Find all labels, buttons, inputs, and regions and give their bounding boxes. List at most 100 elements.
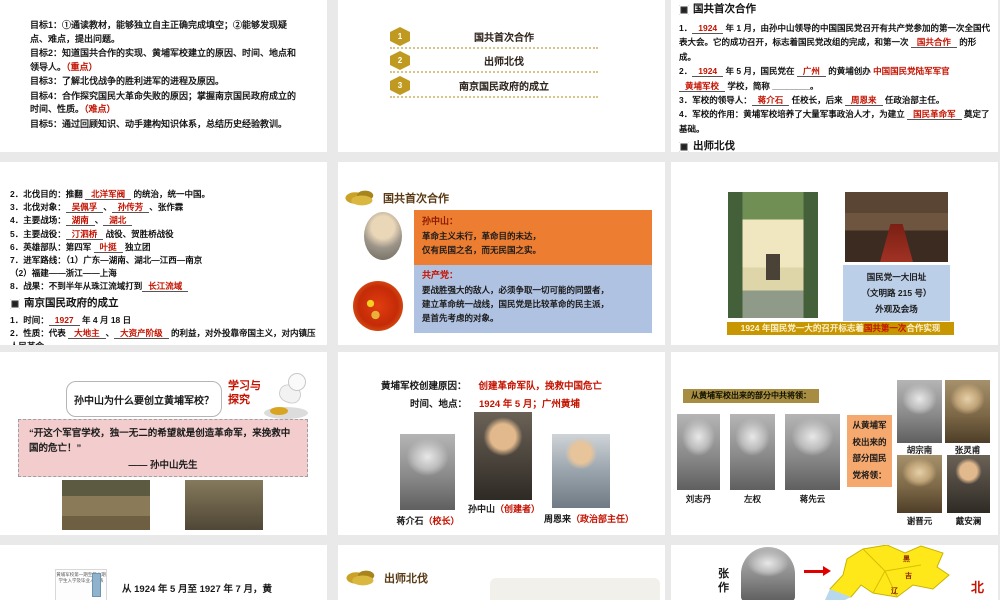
- section-title: 出师北伐: [384, 573, 428, 585]
- sun-statement-box: 孙中山： 革命主义未行，革命目的未达， 仅有民国之名，而无民国之实。: [414, 210, 652, 265]
- note-section-title: 国共首次合作: [679, 1, 991, 19]
- ccp-label: 共产党：: [422, 270, 459, 280]
- sun-quote-box: “开这个军官学校，独一无二的希望就是创造革命军，来挽救中国的危亡！” —— 孙中…: [18, 419, 308, 477]
- stamp-icon: [10, 298, 20, 309]
- agenda-item-1[interactable]: 1 国共首次合作: [390, 26, 598, 49]
- gold-leaf-icon: [346, 570, 375, 586]
- notes-block: 国共首次合作 1． 1924 年 1 月，由孙中山领导的中国国民党召开有共产党参加…: [679, 0, 991, 152]
- photo-zhou-enlai: [552, 434, 610, 508]
- photo-caption: 谢晋元: [906, 516, 933, 526]
- agenda-item-3[interactable]: 3 南京国民政府的成立: [390, 75, 598, 98]
- sun-line: 仅有民国之名，而无民国之实。: [422, 245, 542, 256]
- note-line: （2）福建——浙江——上海: [10, 268, 117, 279]
- agenda-item-2[interactable]: 2 出师北伐: [390, 50, 598, 73]
- ccp-generals-banner: 从黄埔军校出来的部分中共将领：: [683, 389, 819, 403]
- photo-xie-jinyuan: [897, 455, 942, 513]
- goal-line: 目标1：①通读教材，能够独立自主正确完成填空；②能够发现疑点、难点，提出问题。: [30, 20, 288, 44]
- note-line: 3．军校的领导人： 蒋介石 任校长，后来 周恩来 任政治部主任。: [679, 95, 945, 107]
- note-line: 7．进军路线：（1）广东—湖南、湖北—江西—南京: [10, 254, 203, 265]
- founding-reason-line: 黄埔军校创建原因： 创建革命军队，挽救中国危亡: [381, 378, 602, 392]
- map-northeast-china: 黑 吉 辽: [825, 545, 950, 600]
- clipart-head: [288, 373, 306, 391]
- note-line: 1． 1924 年 1 月，由孙中山领导的中国国民党召开有共产党参加的第一次全国代…: [679, 22, 990, 62]
- slide-inquiry[interactable]: 孙中山为什么要创立黄埔军校？ 学习与 探究 “开这个军官学校，独一无二的希望就是…: [0, 352, 327, 535]
- goal-line: 目标2：知道国共合作的实现、黄埔军校建立的原因、时间、地点和领导人。（重点）: [30, 48, 297, 72]
- chart-bar: [92, 573, 101, 597]
- note-line: 2．性质：代表 大地主、大资产阶级 的利益，对外投靠帝国主义，对内镇压人民革命。: [10, 327, 316, 345]
- note-section-title: 南京国民政府的成立: [10, 295, 318, 311]
- photo-caption: 蒋介石（校长）: [396, 516, 460, 526]
- note-title-text: 国共首次合作: [693, 3, 756, 15]
- quote-attribution: —— 孙中山先生: [128, 460, 198, 472]
- slide-enrollment-stats[interactable]: 黄埔军校第一期至第六期 学生入学及毕业人数表 从 1924 年 5 月至 192…: [0, 545, 327, 600]
- photo-site-exterior: [728, 192, 818, 318]
- founding-time-answer: 1924 年 5 月；广州黄埔: [479, 399, 580, 410]
- note-line: 2． 1924 年 5 月，国民党在 广州 的黄埔创办 中国国民党陆军军官: [679, 66, 950, 78]
- note-title-text: 南京国民政府的成立: [24, 297, 119, 310]
- goal-line: 目标3：了解北伐战争的胜利进军的进程及原因。: [30, 76, 225, 86]
- section-header: 国共首次合作: [344, 189, 449, 207]
- slide-agenda[interactable]: 1 国共首次合作 2 出师北伐 3 南京国民政府的成立: [338, 0, 665, 152]
- slide-cooperation-reasons[interactable]: 国共首次合作 孙中山： 革命主义未行，革命目的未达， 仅有民国之名，而无民国之实…: [338, 162, 665, 345]
- slide-congress-site[interactable]: 国民党一大旧址 （文明路 215 号） 外观及会场 1924 年国民党一大的召开…: [671, 162, 998, 345]
- clipart-gold: [270, 407, 288, 415]
- thinker-clipart-icon: [262, 373, 310, 419]
- hex-number-badge: 1: [390, 27, 410, 46]
- stamp-icon: [679, 142, 689, 152]
- photo-zhang-zuolin: [741, 547, 795, 600]
- founding-time-line: 时间、地点： 1924 年 5 月；广州黄埔: [410, 396, 580, 410]
- section-header: 出师北伐: [345, 569, 428, 587]
- note-title-text: 出师北伐: [693, 140, 735, 152]
- stamp-icon: [679, 4, 689, 15]
- kmt-generals-label: 从黄埔军 校出来的 部分国民 党将领：: [847, 415, 892, 487]
- hex-number-badge: 3: [390, 76, 410, 95]
- inquiry-question-box: 孙中山为什么要创立黄埔军校？: [66, 381, 222, 417]
- hall-carpet: [880, 223, 913, 262]
- section-title: 国共首次合作: [383, 193, 449, 205]
- slide-academy-founding[interactable]: 黄埔军校创建原因： 创建革命军队，挽救中国危亡 时间、地点： 1924 年 5 月；…: [338, 352, 665, 535]
- province-label: 吉: [905, 571, 912, 580]
- ccp-statement-box: 共产党： 要战胜强大的敌人，必须争取一切可能的同盟者， 建立革命统一战线，国民党…: [414, 265, 652, 333]
- stats-text: 从 1924 年 5 月至 1927 年 7 月，黄: [122, 584, 272, 595]
- slide-notes-expedition[interactable]: 2．北伐目的：推翻 北洋军阀 的统治，统一中国。 3．北伐对象： 吴佩孚、孙传芳、…: [0, 162, 327, 345]
- goal-line: 目标5：通过回顾知识、动手建构知识体系，总结历史经验教训。: [30, 118, 288, 129]
- hex-number-badge: 2: [390, 51, 410, 70]
- photo-sun-yat-sen: [364, 212, 402, 260]
- photo-caption: 戴安澜: [955, 516, 982, 526]
- slide-grid: 目标1：①通读教材，能够独立自主正确完成填空；②能够发现疑点、难点，提出问题。 …: [0, 0, 1000, 600]
- slide-academy-generals[interactable]: 从黄埔军校出来的部分中共将领： 刘志丹 左权 蒋先云 从黄埔军 校出来的 部分国…: [671, 352, 998, 535]
- slide-expedition-header[interactable]: 出师北伐: [338, 545, 665, 600]
- note-section-title: 出师北伐: [679, 138, 991, 152]
- slide-warlord-map[interactable]: 张作 黑 吉 辽 北: [671, 545, 998, 600]
- photo-sun-yat-sen: [474, 412, 532, 500]
- sun-label: 孙中山：: [422, 216, 459, 226]
- note-line: 4．主要战场： 湖南、湖北: [10, 214, 318, 227]
- photo-zhang-lingfu: [945, 380, 990, 443]
- photo-liu-zhidan: [677, 414, 720, 490]
- photo-caption: 蒋先云: [799, 494, 826, 504]
- founding-reason-label: 黄埔军校创建原因：: [381, 381, 467, 392]
- note-line: 2．北伐目的：推翻 北洋军阀 的统治，统一中国。: [10, 189, 210, 200]
- sun-quote: “开这个军官学校，独一无二的希望就是创造革命军，来挽救中国的危亡！”: [29, 428, 291, 455]
- photo-dai-anlan: [947, 455, 990, 513]
- site-doorway: [766, 254, 780, 280]
- site-banner: 1924 年国民党一大的召开标志着国共第一次合作实现: [727, 322, 954, 335]
- agenda-num: 2: [397, 56, 403, 65]
- photo-congress-hall: [845, 192, 948, 262]
- photo-jiang-jieshi: [400, 434, 455, 510]
- agenda-item-label: 出师北伐: [484, 57, 524, 68]
- inquiry-tag: 学习与 探究: [228, 380, 261, 408]
- ccp-line: 建立革命统一战线，国民党是比较革命的民主派，: [422, 299, 610, 310]
- agenda-num: 3: [397, 81, 403, 90]
- compass-north-label: 北: [971, 580, 985, 595]
- founding-reason-answer: 创建革命军队，挽救中国危亡: [478, 381, 603, 392]
- photo-hu-zongnan: [897, 380, 942, 443]
- slide-learning-goals[interactable]: 目标1：①通读教材，能够独立自主正确完成填空；②能够发现疑点、难点，提出问题。 …: [0, 0, 327, 152]
- goal-line: 目标4：合作探究国民大革命失败的原因；掌握南京国民政府成立的时间、性质。（难点）: [30, 90, 297, 115]
- note-line: 4．军校的作用：黄埔军校培养了大量军事政治人才，为建立 国民革命军 奠定了基础。: [679, 109, 990, 134]
- slide-notes-cooperation[interactable]: 国共首次合作 1． 1924 年 1 月，由孙中山领导的中国国民党召开有共产党参加…: [671, 0, 998, 152]
- notes-block: 2．北伐目的：推翻 北洋军阀 的统治，统一中国。 3．北伐对象： 吴佩孚、孙传芳、…: [10, 188, 318, 345]
- agenda-item-label: 南京国民政府的成立: [459, 82, 549, 93]
- note-line: 8．战果：不到半年从珠江流域打到 长江流域: [10, 280, 318, 293]
- gold-leaf-icon: [345, 190, 374, 206]
